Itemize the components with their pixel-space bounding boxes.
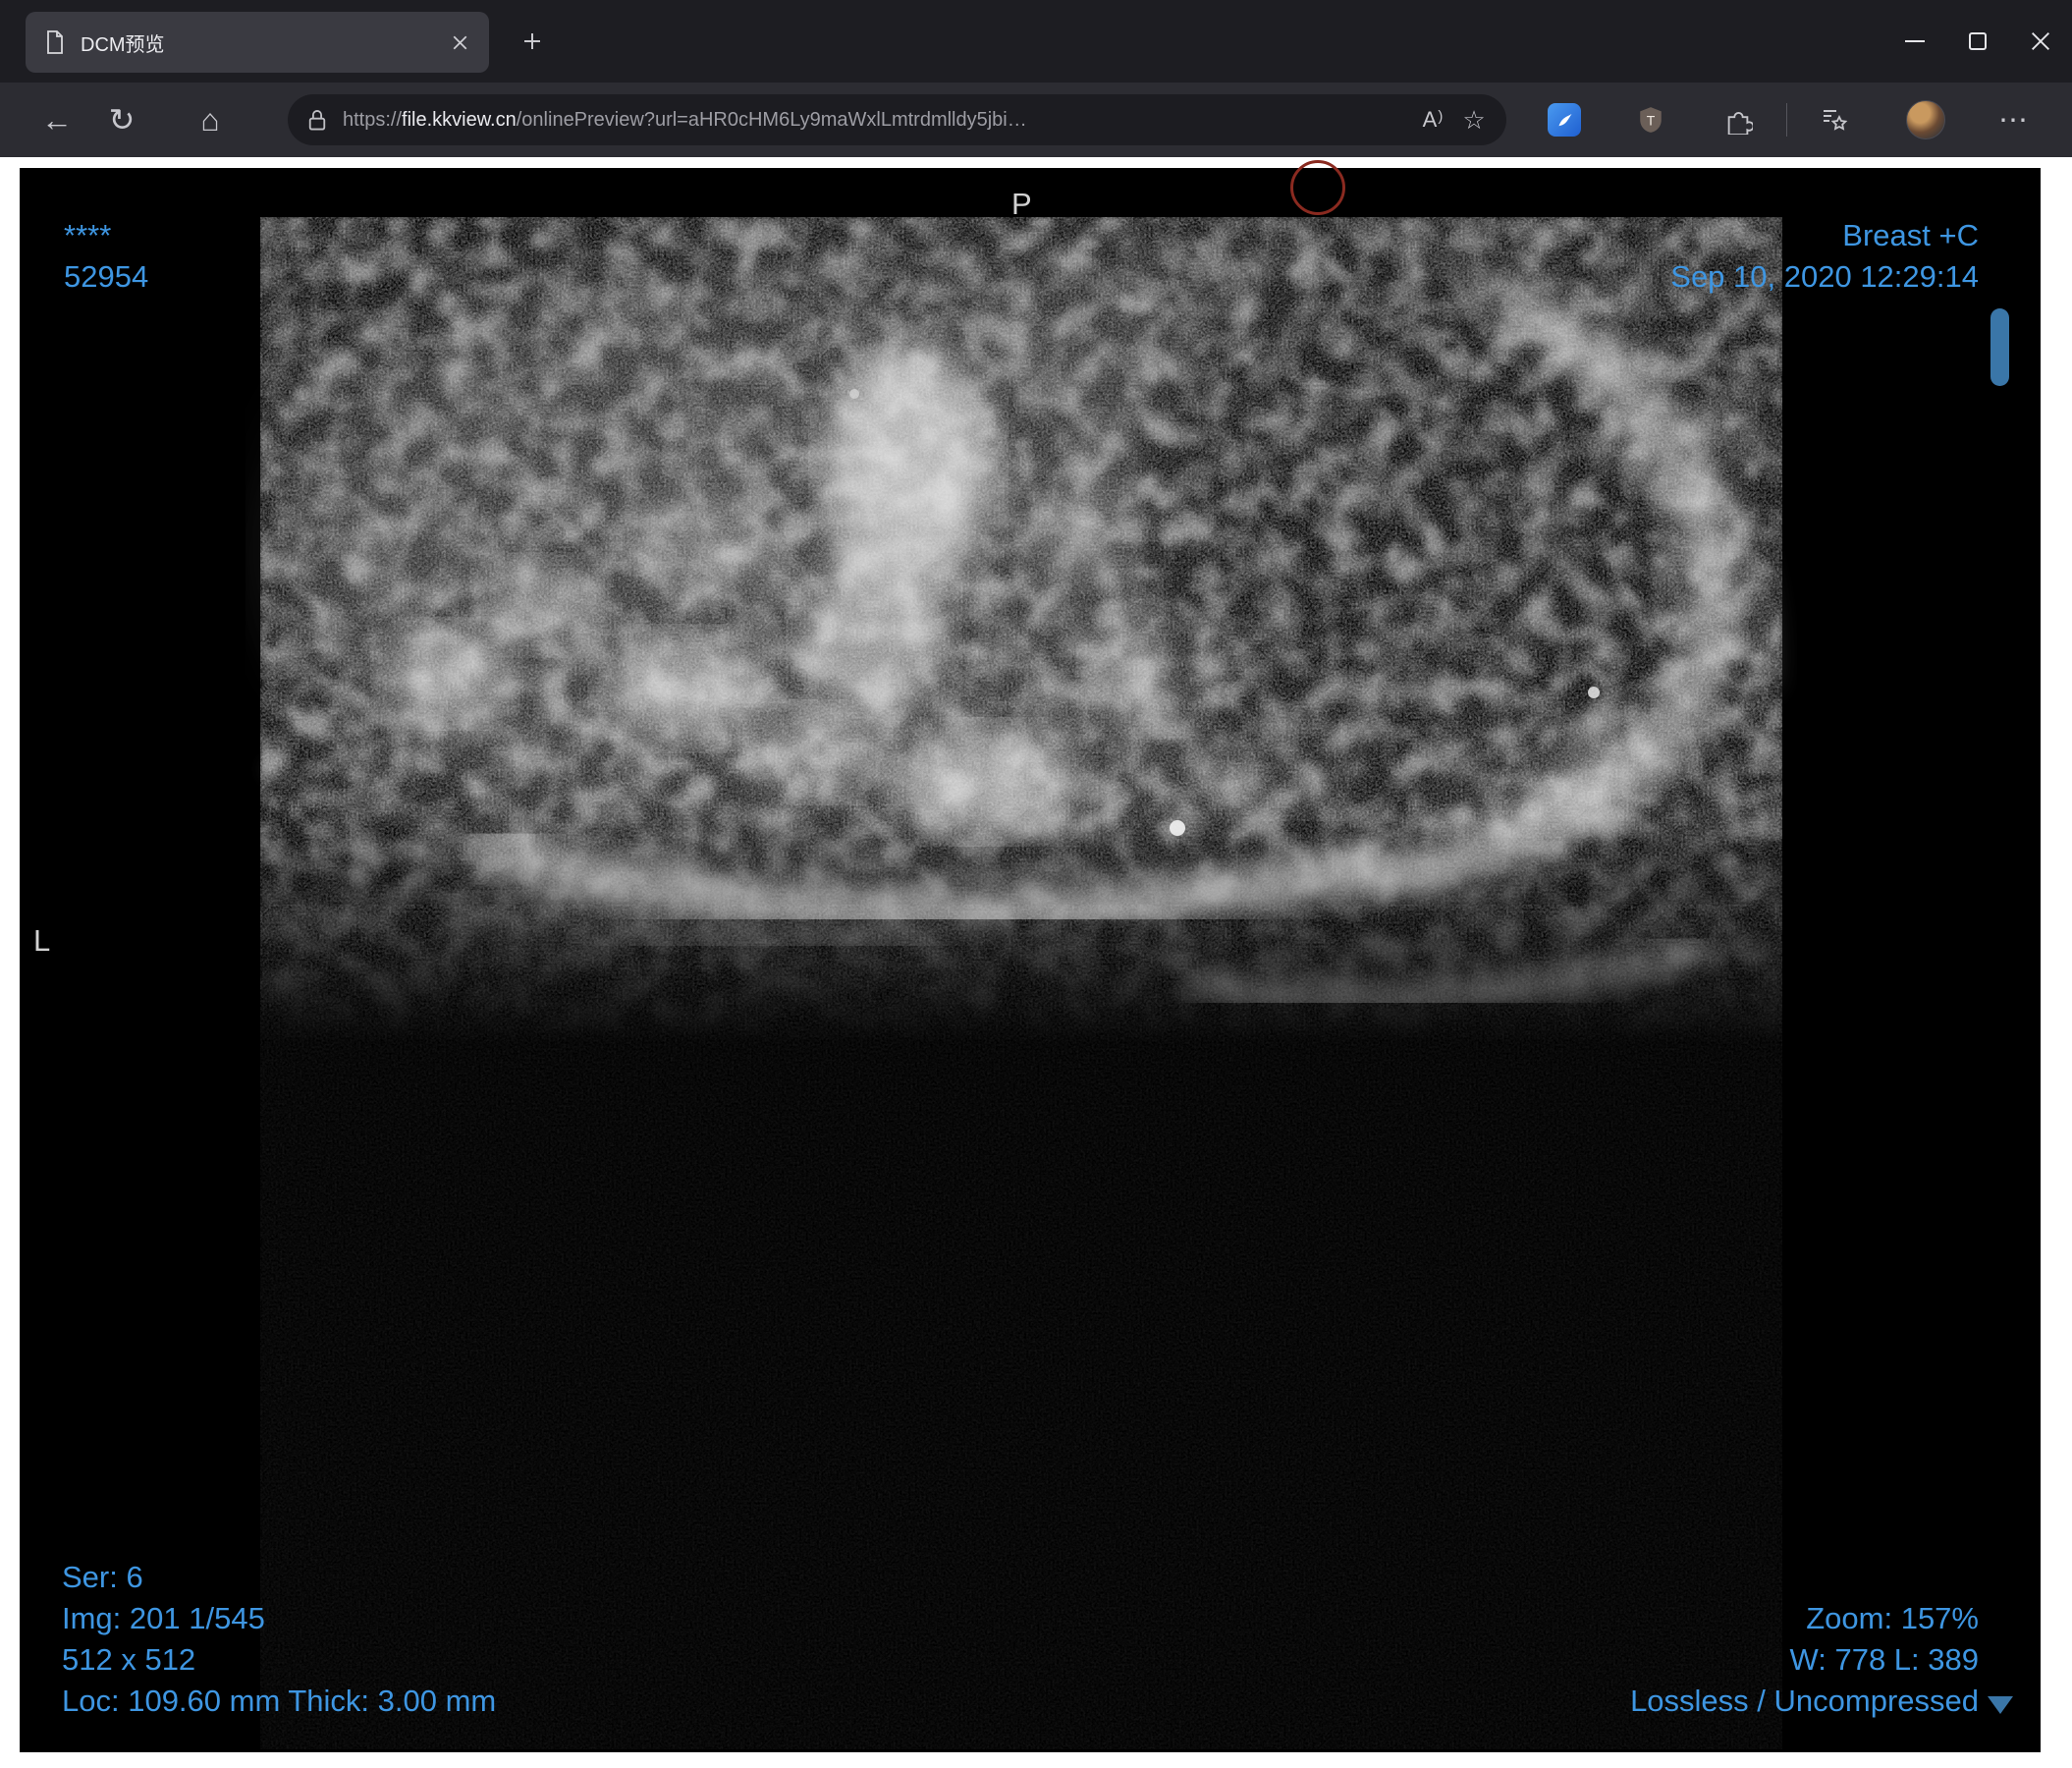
puzzle-icon [1727,112,1753,135]
display-info-overlay: Zoom: 157% W: 778 L: 389 Lossless / Unco… [1630,1598,1979,1722]
url-path: /onlinePreview?url=aHR0cHM6Ly9maWxlLmtrd… [516,108,1027,131]
shield-extension-button[interactable]: T [1625,94,1676,145]
url-domain: file.kkview.cn [402,108,517,131]
mri-image [245,217,1797,1749]
read-aloud-icon-wave: ) [1438,107,1444,125]
blue-extension-icon [1548,103,1581,137]
close-button[interactable] [2009,0,2072,83]
image-number: Img: 201 1/545 [62,1601,265,1635]
annotation-circle [1290,160,1345,215]
favorite-button[interactable]: ☆ [1453,99,1495,140]
home-button[interactable]: ⌂ [185,94,236,145]
study-datetime: Sep 10, 2020 12:29:14 [1670,259,1979,294]
favorites-list-star-icon [1824,110,1848,131]
patient-id: 52954 [64,259,149,294]
browser-titlebar: DCM预览 [0,0,2072,83]
page-content: **** 52954 P L Breast +C Sep 10, 2020 12… [0,157,2072,1768]
page-icon [45,29,65,55]
lock-icon[interactable] [307,108,327,133]
refresh-button[interactable]: ↻ [96,94,147,145]
more-icon: ⋯ [1998,103,2028,137]
svg-text:T: T [1647,112,1656,128]
study-description: Breast +C [1842,218,1979,252]
patient-info-overlay: **** 52954 [64,215,148,298]
new-tab-button[interactable] [515,24,550,59]
study-info-overlay: Breast +C Sep 10, 2020 12:29:14 [1670,215,1979,298]
back-button[interactable]: ← [31,94,82,145]
minimize-button[interactable] [1883,0,1946,83]
favorites-hub-button[interactable] [1809,94,1860,145]
matrix-size: 512 x 512 [62,1642,196,1677]
home-icon: ⌂ [200,102,220,138]
maximize-button[interactable] [1946,0,2009,83]
toolbar-divider [1786,103,1787,137]
zoom-level: Zoom: 157% [1806,1601,1979,1635]
slice-location: Loc: 109.60 mm Thick: 3.00 mm [62,1684,497,1718]
split-screen-extension-button[interactable] [1539,94,1590,145]
refresh-icon: ↻ [108,102,136,138]
profile-avatar[interactable] [1906,100,1945,139]
minimize-icon [1905,40,1925,42]
read-aloud-icon: A [1422,107,1438,132]
tab-title: DCM预览 [81,33,165,56]
series-info-overlay: Ser: 6 Img: 201 1/545 512 x 512 Loc: 109… [62,1557,496,1722]
settings-menu-button[interactable]: ⋯ [1988,94,2039,145]
orientation-marker-posterior: P [1011,187,1032,221]
url-text[interactable]: https://file.kkview.cn/onlinePreview?url… [343,109,1412,132]
maximize-icon [1969,32,1987,50]
shield-icon: T [1640,107,1662,133]
favorite-star-icon: ☆ [1462,104,1486,135]
slice-scroll-down-arrow[interactable] [1988,1696,2013,1714]
window-controls [1883,0,2072,83]
series-number: Ser: 6 [62,1560,143,1594]
tab-close-icon[interactable] [442,25,477,60]
back-icon: ← [41,102,73,138]
orientation-marker-left: L [33,923,51,958]
read-aloud-button[interactable]: A ) [1412,99,1453,140]
dicom-canvas[interactable]: **** 52954 P L Breast +C Sep 10, 2020 12… [20,160,2041,1752]
window-level: W: 778 L: 389 [1789,1642,1979,1677]
browser-tab[interactable]: DCM预览 [26,12,489,73]
extensions-button[interactable] [1713,94,1764,145]
compression-info: Lossless / Uncompressed [1630,1684,1979,1718]
url-scheme: https:// [343,108,403,131]
address-bar[interactable]: https://file.kkview.cn/onlinePreview?url… [288,94,1506,145]
patient-name-masked: **** [64,218,112,252]
close-icon [2032,32,2049,50]
slice-scrollbar-thumb[interactable] [1990,308,2009,386]
